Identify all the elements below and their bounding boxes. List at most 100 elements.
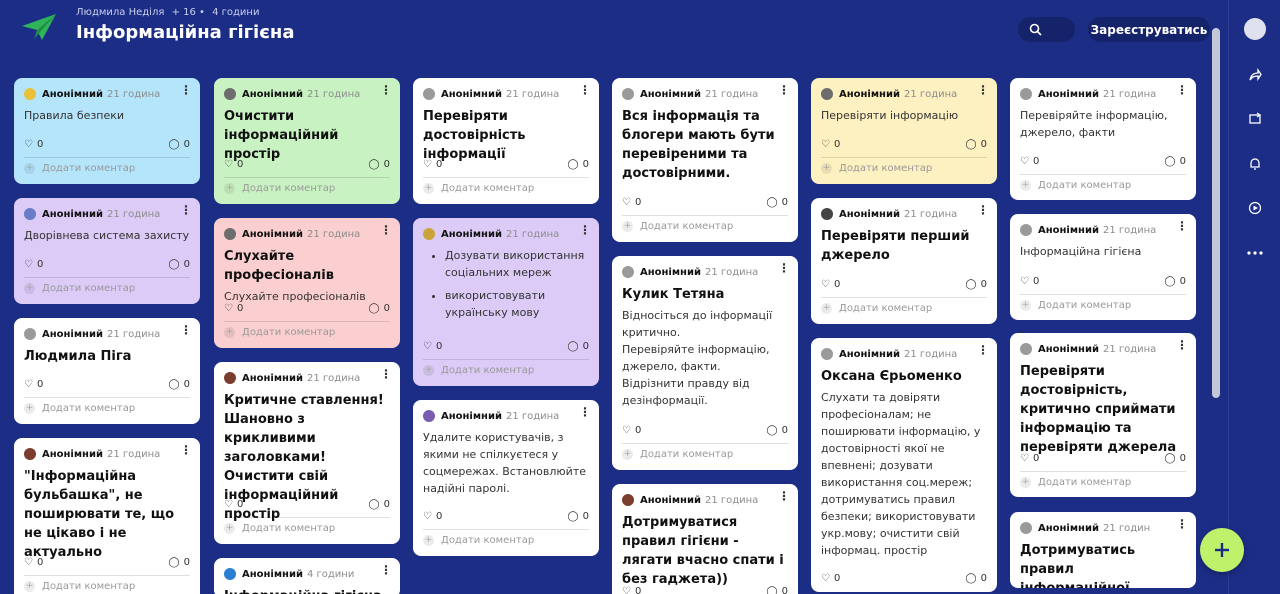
comment-count-button[interactable]: ◯ 0 bbox=[1164, 156, 1186, 167]
comment-count-button[interactable]: ◯ 0 bbox=[168, 259, 190, 270]
post-card[interactable]: Анонімний 21 година ⋮ Кулик Тетяна Відносі… bbox=[612, 256, 798, 470]
remix-button[interactable] bbox=[1242, 106, 1268, 132]
kebab-icon[interactable]: ⋮ bbox=[380, 564, 392, 576]
like-button[interactable]: ♡ 0 bbox=[423, 341, 442, 352]
add-comment-button[interactable]: + Додати коментар bbox=[1020, 472, 1186, 492]
add-comment-button[interactable]: + Додати коментар bbox=[423, 178, 589, 198]
kebab-icon[interactable]: ⋮ bbox=[1176, 84, 1188, 96]
comment-count-button[interactable]: ◯ 0 bbox=[965, 279, 987, 290]
kebab-icon[interactable]: ⋮ bbox=[380, 368, 392, 380]
comment-count-button[interactable]: ◯ 0 bbox=[1164, 453, 1186, 464]
comment-count-button[interactable]: ◯ 0 bbox=[368, 499, 390, 510]
add-comment-button[interactable]: + Додати коментар bbox=[1020, 175, 1186, 195]
add-comment-button[interactable]: + Додати коментар bbox=[24, 158, 190, 178]
like-button[interactable]: ♡ 0 bbox=[24, 139, 43, 150]
like-button[interactable]: ♡ 0 bbox=[24, 259, 43, 270]
kebab-icon[interactable]: ⋮ bbox=[1176, 220, 1188, 232]
like-button[interactable]: ♡ 0 bbox=[622, 425, 641, 436]
post-card[interactable]: Анонімний 21 година ⋮ Перевіряти достовірн… bbox=[413, 78, 599, 204]
kebab-icon[interactable]: ⋮ bbox=[579, 406, 591, 418]
comment-count-button[interactable]: ◯ 0 bbox=[567, 159, 589, 170]
post-card[interactable]: Анонімний 21 година ⋮ Перевіряйте інформац… bbox=[1010, 78, 1196, 200]
add-comment-button[interactable]: + Додати коментар bbox=[821, 158, 987, 178]
add-comment-button[interactable]: + Додати коментар bbox=[423, 530, 589, 550]
post-card[interactable]: Анонімний 21 година ⋮ Слухайте професіонал… bbox=[214, 218, 400, 348]
kebab-icon[interactable]: ⋮ bbox=[778, 490, 790, 502]
add-comment-button[interactable]: + Додати коментар bbox=[622, 216, 788, 236]
kebab-icon[interactable]: ⋮ bbox=[977, 204, 989, 216]
post-card[interactable]: Анонімний21 година ⋮ Дозувати використанн… bbox=[413, 218, 599, 386]
post-card[interactable]: Анонімний 21 година ⋮ Перевіряти інформаці… bbox=[811, 78, 997, 184]
more-button[interactable] bbox=[1242, 240, 1268, 266]
kebab-icon[interactable]: ⋮ bbox=[977, 84, 989, 96]
like-button[interactable]: ♡ 0 bbox=[821, 279, 840, 290]
logo-plane-icon[interactable] bbox=[20, 12, 58, 42]
post-card[interactable]: Анонімний 21 година ⋮ "Інформаційна бульба… bbox=[14, 438, 200, 594]
board-author[interactable]: Людмила Неділя bbox=[76, 7, 164, 18]
comment-count-button[interactable]: ◯ 0 bbox=[168, 139, 190, 150]
comment-count-button[interactable]: ◯ 0 bbox=[766, 197, 788, 208]
post-card[interactable]: Анонімний 21 година ⋮ Дотримуватися правил… bbox=[612, 484, 798, 594]
post-card[interactable]: Анонімний 21 година ⋮ Вся інформація та бл… bbox=[612, 78, 798, 242]
like-button[interactable]: ♡ 0 bbox=[1020, 276, 1039, 287]
kebab-icon[interactable]: ⋮ bbox=[778, 262, 790, 274]
like-button[interactable]: ♡ 0 bbox=[224, 303, 243, 314]
post-card[interactable]: Анонімний 21 година ⋮ Оксана Єрьоменко Слу… bbox=[811, 338, 997, 592]
like-button[interactable]: ♡ 0 bbox=[622, 586, 641, 594]
like-button[interactable]: ♡ 0 bbox=[423, 159, 442, 170]
like-button[interactable]: ♡ 0 bbox=[423, 511, 442, 522]
comment-count-button[interactable]: ◯ 0 bbox=[168, 379, 190, 390]
add-comment-button[interactable]: + Додати коментар bbox=[423, 360, 589, 380]
kebab-icon[interactable]: ⋮ bbox=[977, 344, 989, 356]
add-comment-button[interactable]: + Додати коментар bbox=[24, 398, 190, 418]
comment-count-button[interactable]: ◯ 0 bbox=[168, 557, 190, 568]
like-button[interactable]: ♡ 0 bbox=[821, 573, 840, 584]
like-button[interactable]: ♡ 0 bbox=[224, 499, 243, 510]
add-comment-button[interactable]: + Додати коментар bbox=[24, 278, 190, 298]
post-card[interactable]: Анонімний 21 година ⋮ Очистити інформаційн… bbox=[214, 78, 400, 204]
add-comment-button[interactable]: + Додати коментар bbox=[821, 298, 987, 318]
comment-count-button[interactable]: ◯ 0 bbox=[766, 586, 788, 594]
like-button[interactable]: ♡ 0 bbox=[24, 379, 43, 390]
kebab-icon[interactable]: ⋮ bbox=[180, 324, 192, 336]
signup-button[interactable]: Зареєструватись bbox=[1088, 17, 1210, 42]
kebab-icon[interactable]: ⋮ bbox=[380, 84, 392, 96]
add-comment-button[interactable]: + Додати коментар bbox=[224, 178, 390, 198]
comment-count-button[interactable]: ◯ 0 bbox=[368, 303, 390, 314]
scrollbar[interactable] bbox=[1212, 28, 1220, 398]
kebab-icon[interactable]: ⋮ bbox=[180, 204, 192, 216]
add-comment-button[interactable]: + Додати коментар bbox=[622, 444, 788, 464]
post-card[interactable]: Анонімний 21 годин ⋮ Дотримуватись правил … bbox=[1010, 512, 1196, 588]
account-avatar[interactable] bbox=[1242, 16, 1268, 42]
like-button[interactable]: ♡ 0 bbox=[1020, 453, 1039, 464]
post-card[interactable]: Анонімний 21 година ⋮ Дворівнева система з… bbox=[14, 198, 200, 304]
kebab-icon[interactable]: ⋮ bbox=[380, 224, 392, 236]
kebab-icon[interactable]: ⋮ bbox=[778, 84, 790, 96]
add-comment-button[interactable]: + Додати коментар bbox=[1020, 295, 1186, 315]
post-card[interactable]: Анонімний 21 година ⋮ Перевіряти перший дж… bbox=[811, 198, 997, 324]
kebab-icon[interactable]: ⋮ bbox=[1176, 518, 1188, 530]
add-comment-button[interactable]: + Додати коментар bbox=[224, 518, 390, 538]
notifications-button[interactable] bbox=[1242, 151, 1268, 177]
like-button[interactable]: ♡ 0 bbox=[622, 197, 641, 208]
like-button[interactable]: ♡ 0 bbox=[821, 139, 840, 150]
post-card[interactable]: Анонімний 21 година ⋮ Людмила Піга ♡ 0 ◯ 0 + Д… bbox=[14, 318, 200, 424]
post-card[interactable]: Анонімний 21 година ⋮ Удалите користувачів… bbox=[413, 400, 599, 556]
kebab-icon[interactable]: ⋮ bbox=[579, 84, 591, 96]
share-button[interactable] bbox=[1242, 62, 1268, 88]
like-button[interactable]: ♡ 0 bbox=[24, 557, 43, 568]
post-card[interactable]: Анонімний 21 година ⋮ Перевіряти достовірн… bbox=[1010, 333, 1196, 497]
kebab-icon[interactable]: ⋮ bbox=[180, 444, 192, 456]
post-card[interactable]: Анонімний 21 година ⋮ Критичне ставлення! … bbox=[214, 362, 400, 544]
search-button[interactable] bbox=[1018, 17, 1075, 42]
post-card[interactable]: Анонімний 21 година ⋮ Інформаційна гігієна… bbox=[1010, 214, 1196, 320]
like-button[interactable]: ♡ 0 bbox=[224, 159, 243, 170]
comment-count-button[interactable]: ◯ 0 bbox=[1164, 276, 1186, 287]
post-card[interactable]: Анонімний 21 година ⋮ Правила безпеки ♡ 0 ◯ 0… bbox=[14, 78, 200, 184]
comment-count-button[interactable]: ◯ 0 bbox=[965, 139, 987, 150]
kebab-icon[interactable]: ⋮ bbox=[579, 224, 591, 236]
kebab-icon[interactable]: ⋮ bbox=[1176, 339, 1188, 351]
comment-count-button[interactable]: ◯ 0 bbox=[766, 425, 788, 436]
add-comment-button[interactable]: + Додати коментар bbox=[224, 322, 390, 342]
comment-count-button[interactable]: ◯ 0 bbox=[567, 341, 589, 352]
